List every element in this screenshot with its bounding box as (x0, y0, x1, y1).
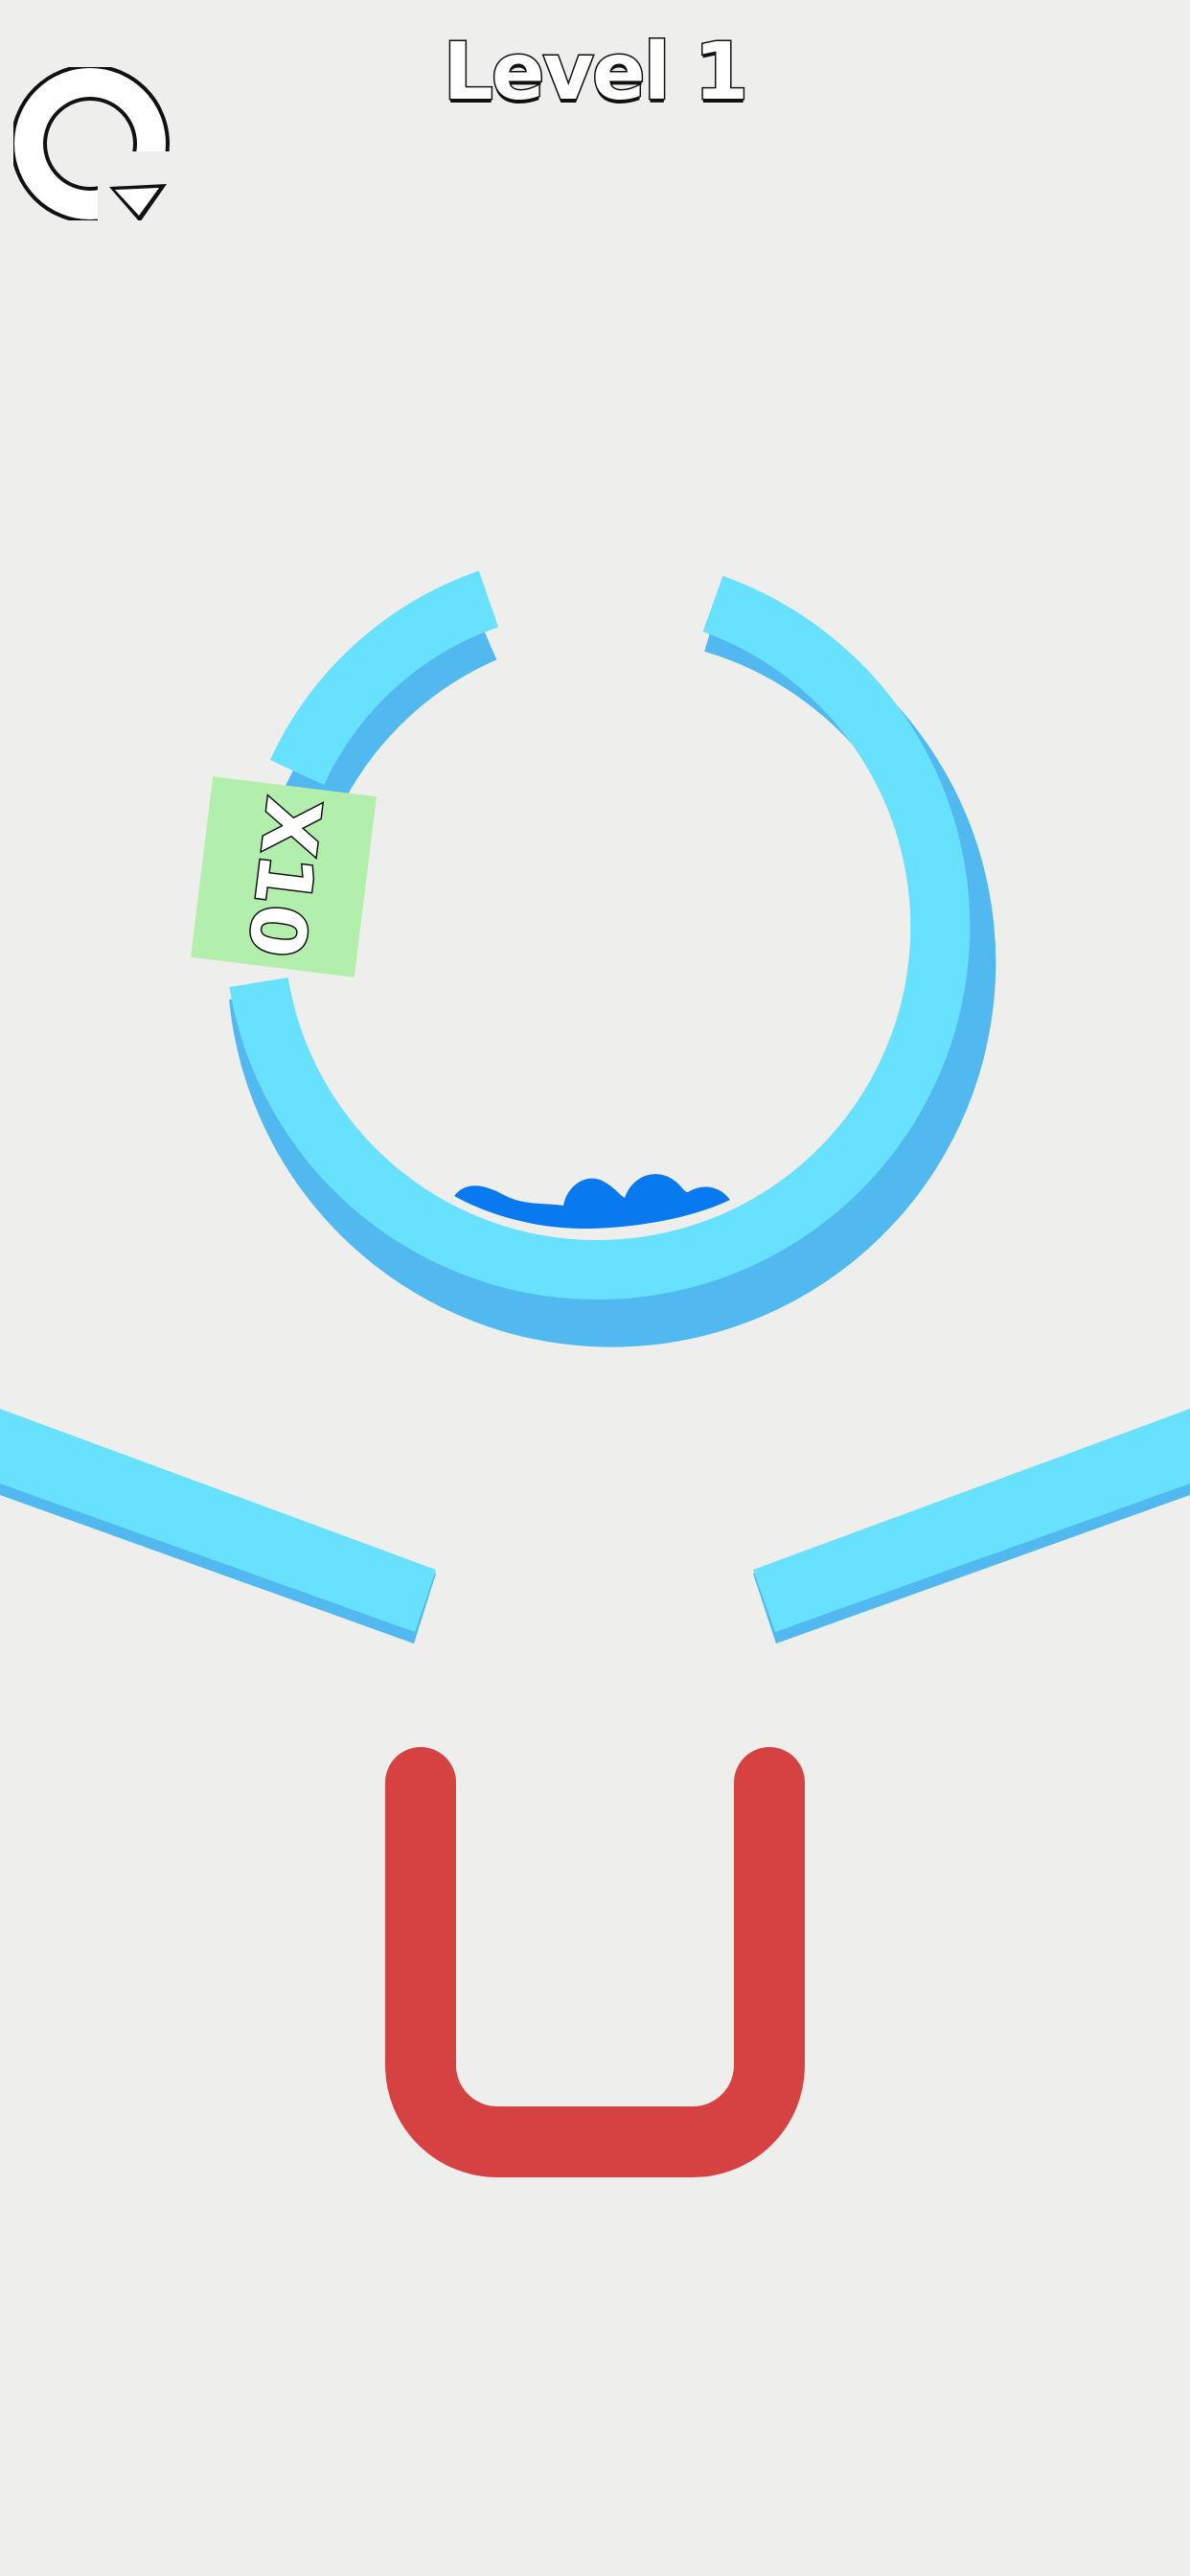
water-blob (454, 1174, 730, 1229)
multiplier-label: X10 (230, 792, 338, 962)
multiplier-box: X10 (191, 776, 377, 978)
target-cup (385, 1747, 805, 2177)
right-ramp (753, 1409, 1190, 1644)
left-ramp (0, 1409, 436, 1644)
ring-segment-upper-left (269, 570, 499, 786)
restart-button[interactable] (11, 64, 181, 223)
restart-icon (11, 64, 174, 223)
game-scene (0, 570, 1190, 2177)
